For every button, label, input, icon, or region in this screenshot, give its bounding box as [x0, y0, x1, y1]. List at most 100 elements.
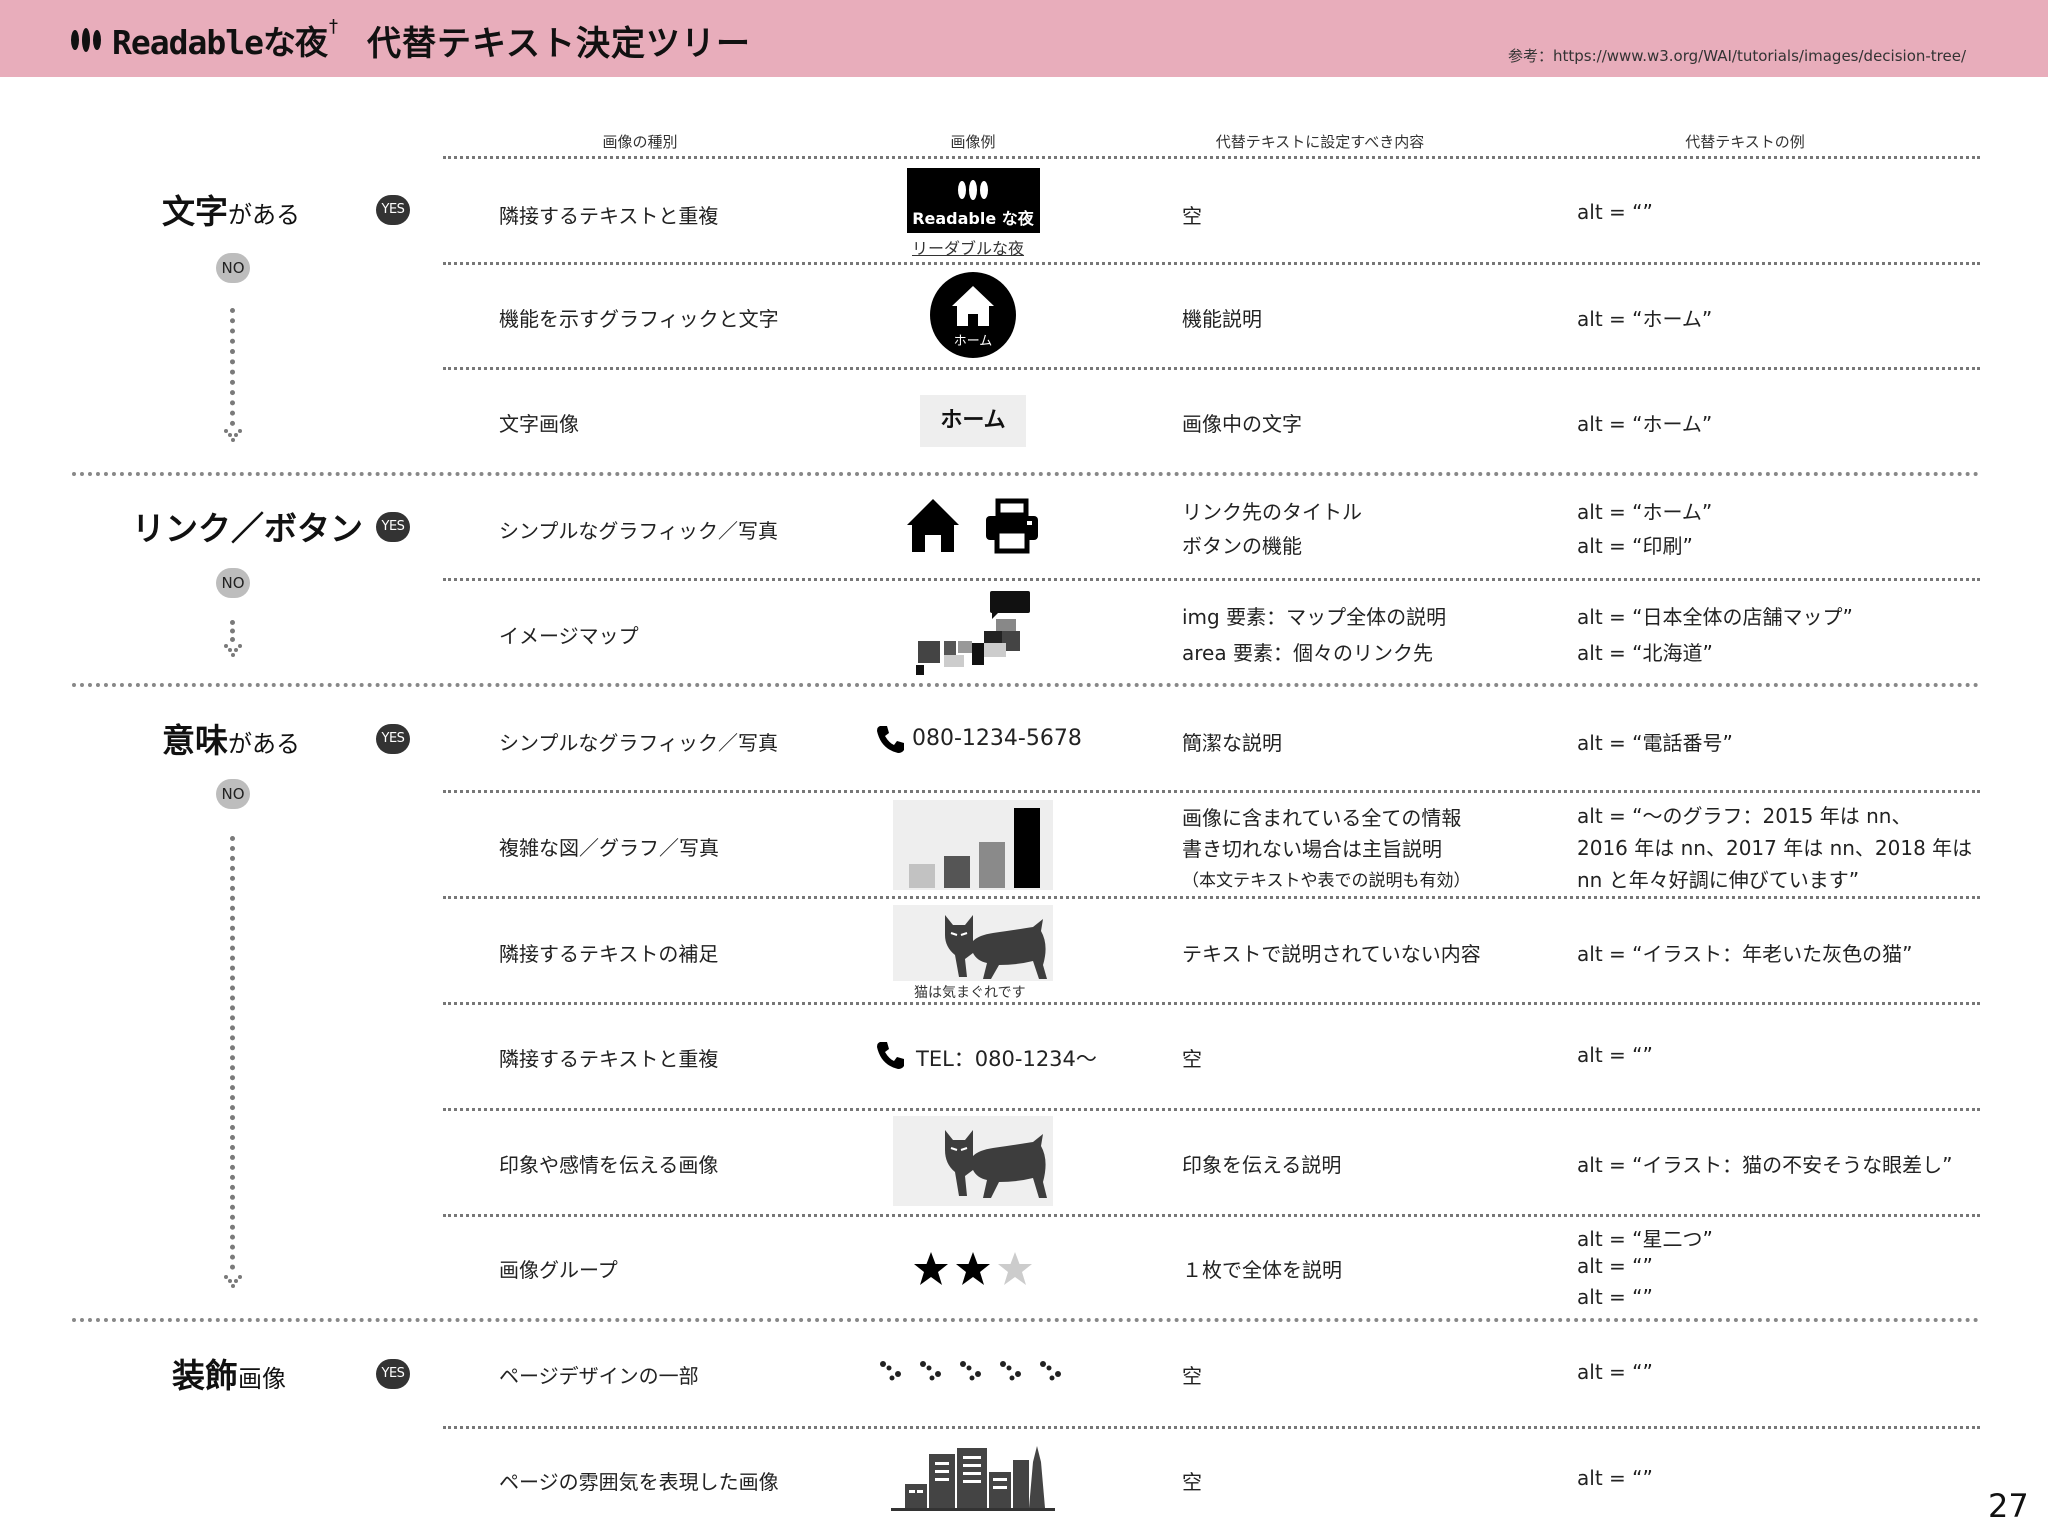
- section-divider: [72, 683, 1980, 687]
- alt-content: 空: [1182, 1364, 1202, 1388]
- printer-icon: [986, 498, 1038, 554]
- yes-badge: YES: [376, 512, 410, 542]
- home-icon: [907, 499, 959, 552]
- cat-image: [893, 905, 1053, 981]
- image-type: 画像グループ: [499, 1258, 618, 1282]
- page-title: 代替テキスト決定ツリー: [367, 24, 751, 64]
- reference-link[interactable]: 参考：https://www.w3.org/WAI/tutorials/imag…: [1508, 45, 1966, 66]
- flow-arrow: [230, 836, 235, 1270]
- logo-image: Readable な夜: [907, 168, 1040, 233]
- image-type: 複雑な図／グラフ／写真: [499, 836, 719, 860]
- phone-icon: [877, 1042, 904, 1069]
- category-suffix: がある: [228, 201, 300, 229]
- yes-badge: YES: [376, 195, 410, 225]
- alt-example: alt = “ホーム”: [1577, 500, 1713, 524]
- arrow-head-icon: [224, 644, 242, 657]
- category-decorative: 装飾画像: [172, 1349, 286, 1397]
- star-rating: [914, 1252, 1032, 1285]
- paw-prints: [880, 1361, 1061, 1381]
- home-icon: [952, 286, 994, 326]
- row-divider: [443, 1426, 1980, 1429]
- alt-example: alt = “印刷”: [1577, 534, 1693, 558]
- logo-mark-icon: [71, 28, 101, 52]
- column-header-alt: 代替テキストの例: [1685, 133, 1805, 151]
- home-icon-label: ホーム: [953, 334, 993, 349]
- image-type: イメージマップ: [499, 624, 639, 648]
- no-badge: NO: [216, 568, 250, 598]
- yes-badge: YES: [376, 1359, 410, 1389]
- alt-example: alt = “”: [1577, 1254, 1653, 1278]
- phone-number: TEL：080-1234〜: [916, 1047, 1097, 1071]
- row-divider: [443, 578, 1980, 581]
- alt-content: ボタンの機能: [1182, 534, 1302, 558]
- row-divider: [443, 1002, 1980, 1005]
- text-image: ホーム: [920, 395, 1026, 447]
- alt-example: alt = “星二つ”: [1577, 1227, 1713, 1251]
- no-badge: NO: [216, 779, 250, 809]
- alt-example: alt = “”: [1577, 1360, 1653, 1384]
- phone-icon: [877, 726, 904, 753]
- alt-example: alt = “”: [1577, 200, 1653, 224]
- row-divider: [443, 367, 1980, 370]
- alt-content: area 要素：個々のリンク先: [1182, 641, 1433, 665]
- alt-example: alt = “ホーム”: [1577, 307, 1713, 331]
- image-type: シンプルなグラフィック／写真: [499, 519, 778, 543]
- alt-content: 画像に含まれている全ての情報: [1182, 806, 1462, 830]
- category-label: 文字: [162, 192, 228, 231]
- category-meaning: 意味がある: [162, 714, 300, 762]
- column-header-example: 画像例: [950, 133, 996, 151]
- section-divider: [72, 472, 1980, 476]
- alt-example: alt = “日本全体の店舗マップ”: [1577, 605, 1853, 629]
- row-divider: [443, 1108, 1980, 1111]
- alt-content: 空: [1182, 1470, 1202, 1494]
- column-header-content: 代替テキストに設定すべき内容: [1215, 133, 1425, 151]
- alt-content: １枚で全体を説明: [1182, 1258, 1342, 1282]
- image-type: 印象や感情を伝える画像: [499, 1153, 719, 1177]
- alt-content: リンク先のタイトル: [1182, 500, 1362, 524]
- row-divider: [443, 896, 1980, 899]
- alt-content: 画像中の文字: [1182, 412, 1302, 436]
- alt-example: alt = “”: [1577, 1466, 1653, 1490]
- image-type: 隣接するテキストと重複: [499, 204, 719, 228]
- image-caption: リーダブルな夜: [912, 239, 1025, 258]
- row-divider: [443, 790, 1980, 793]
- header-divider: [443, 156, 1980, 159]
- flow-arrow: [230, 620, 235, 642]
- alt-content: 簡潔な説明: [1182, 731, 1282, 755]
- image-caption: 猫は気まぐれです: [914, 985, 1026, 1001]
- image-type: 隣接するテキストと重複: [499, 1047, 719, 1071]
- star-icon: [956, 1252, 990, 1285]
- category-text: 文字がある: [162, 185, 300, 233]
- alt-content: 空: [1182, 204, 1202, 228]
- alt-example: alt = “イラスト：猫の不安そうな眼差し”: [1577, 1153, 1953, 1177]
- category-link-button: リンク／ボタン: [132, 502, 363, 550]
- yes-badge: YES: [376, 724, 410, 754]
- alt-content: 空: [1182, 1047, 1202, 1071]
- logo-text: Readableな夜: [112, 23, 328, 62]
- image-type: シンプルなグラフィック／写真: [499, 731, 778, 755]
- image-type: 隣接するテキストの補足: [499, 942, 719, 966]
- cat-image: [893, 1116, 1053, 1206]
- image-type: 機能を示すグラフィックと文字: [499, 307, 779, 331]
- image-type: ページの雰囲気を表現した画像: [499, 1470, 779, 1494]
- alt-content: 機能説明: [1182, 307, 1262, 331]
- alt-example: alt = “”: [1577, 1285, 1653, 1309]
- category-suffix: 画像: [238, 1365, 286, 1393]
- japan-map-icon: [916, 591, 1030, 675]
- row-divider: [443, 1214, 1980, 1217]
- page-number: 27: [1988, 1487, 2029, 1525]
- alt-content: img 要素：マップ全体の説明: [1182, 605, 1447, 629]
- flow-arrow: [230, 308, 235, 426]
- alt-content-note: （本文テキストや表での説明も有効）: [1182, 871, 1471, 891]
- alt-content: 印象を伝える説明: [1182, 1153, 1342, 1177]
- column-header-type: 画像の種別: [602, 133, 678, 151]
- alt-example: nn と年々好調に伸びています”: [1577, 868, 1860, 892]
- alt-content: 書き切れない場合は主旨説明: [1182, 837, 1442, 861]
- row-divider: [443, 262, 1980, 265]
- image-type: 文字画像: [499, 412, 579, 436]
- alt-example: alt = “〜のグラフ：2015 年は nn、: [1577, 804, 1912, 828]
- bar-graph-image: [893, 800, 1053, 890]
- alt-example: alt = “電話番号”: [1577, 731, 1733, 755]
- alt-example: alt = “ホーム”: [1577, 412, 1713, 436]
- star-empty-icon: [998, 1252, 1032, 1285]
